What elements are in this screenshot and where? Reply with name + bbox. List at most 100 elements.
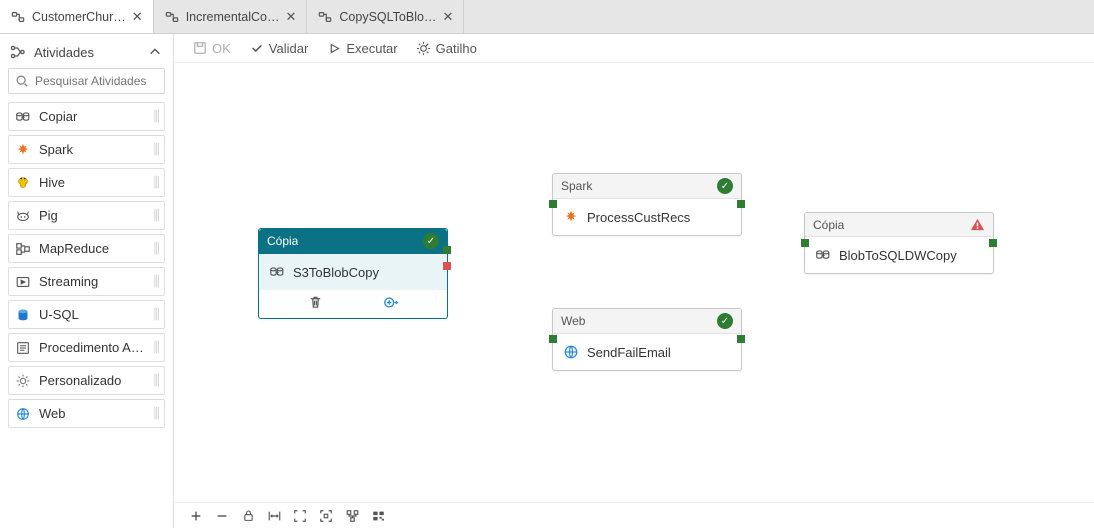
delete-icon[interactable]: [307, 294, 323, 310]
node-type: Spark: [561, 179, 592, 193]
node-name: ProcessCustRecs: [587, 210, 690, 225]
fit-width-icon[interactable]: [266, 508, 282, 524]
save-icon: [192, 40, 208, 56]
activity-label: Copiar: [39, 109, 77, 124]
activity-label: U-SQL: [39, 307, 79, 322]
port-success[interactable]: [737, 335, 745, 343]
hive-icon: [15, 175, 31, 191]
copy-icon: [15, 109, 31, 125]
activity-streaming[interactable]: Streaming ⫼: [8, 267, 165, 296]
web-icon: [563, 344, 579, 360]
port-in[interactable]: [549, 200, 557, 208]
connectors: [174, 68, 474, 218]
tab-label: CopySQLToBlo…: [339, 10, 436, 24]
activity-personalizado[interactable]: Personalizado ⫼: [8, 366, 165, 395]
port-in[interactable]: [801, 239, 809, 247]
port-success[interactable]: [443, 246, 451, 254]
activity-copiar[interactable]: Copiar ⫼: [8, 102, 165, 131]
canvas-toolbar: OK Validar Executar Gatilho: [174, 34, 1094, 63]
zoom-out-icon[interactable]: [214, 508, 230, 524]
canvas-footer: [174, 502, 1094, 528]
close-icon[interactable]: ✕: [442, 9, 453, 25]
activity-mapreduce[interactable]: MapReduce ⫼: [8, 234, 165, 263]
node-type: Cópia: [267, 234, 298, 248]
drag-handle-icon: ⫼: [154, 174, 158, 191]
status-warn-icon: [970, 217, 985, 232]
status-ok-icon: ✓: [717, 178, 733, 194]
node-s3toblobcopy[interactable]: Cópia ✓ S3ToBlobCopy: [258, 228, 448, 319]
lock-icon[interactable]: [240, 508, 256, 524]
zoom-in-icon[interactable]: [188, 508, 204, 524]
activity-label: Hive: [39, 175, 65, 190]
mapreduce-icon: [15, 241, 31, 257]
node-sendfailemail[interactable]: Web ✓ SendFailEmail: [552, 308, 742, 371]
trigger-icon: [416, 40, 432, 56]
auto-layout-icon[interactable]: [344, 508, 360, 524]
close-icon[interactable]: ✕: [132, 9, 143, 25]
check-icon: [249, 40, 265, 56]
pipeline-icon: [317, 9, 333, 25]
activity-usql[interactable]: U-SQL ⫼: [8, 300, 165, 329]
close-icon[interactable]: ✕: [285, 9, 296, 25]
node-processcustrecs[interactable]: Spark ✓ ProcessCustRecs: [552, 173, 742, 236]
validate-label: Validar: [269, 41, 309, 56]
trigger-label: Gatilho: [436, 41, 477, 56]
minimap-icon[interactable]: [370, 508, 386, 524]
panel-title: Atividades: [34, 45, 94, 60]
tab-customer-churn[interactable]: CustomerChur… ✕: [0, 0, 154, 33]
drag-handle-icon: ⫼: [154, 108, 158, 125]
node-name: BlobToSQLDWCopy: [839, 248, 957, 263]
streaming-icon: [15, 274, 31, 290]
tab-label: CustomerChur…: [32, 10, 126, 24]
drag-handle-icon: ⫼: [154, 141, 158, 158]
activity-label: Web: [39, 406, 66, 421]
tab-label: IncrementalCo…: [186, 10, 280, 24]
chevron-up-icon[interactable]: [147, 44, 163, 60]
node-type: Web: [561, 314, 585, 328]
search-icon: [15, 73, 29, 89]
port-success[interactable]: [989, 239, 997, 247]
copy-icon: [815, 247, 831, 263]
copy-icon: [269, 264, 285, 280]
usql-icon: [15, 307, 31, 323]
custom-icon: [15, 373, 31, 389]
activities-panel: Atividades Copiar ⫼: [0, 34, 174, 528]
activity-label: Streaming: [39, 274, 98, 289]
validate-button[interactable]: Validar: [249, 40, 309, 56]
trigger-button[interactable]: Gatilho: [416, 40, 477, 56]
zoom-100-icon[interactable]: [318, 508, 334, 524]
spark-icon: [15, 142, 31, 158]
run-button[interactable]: Executar: [326, 40, 397, 56]
search-input-wrap[interactable]: [8, 68, 165, 94]
play-icon: [326, 40, 342, 56]
node-blobtosqldwcopy[interactable]: Cópia BlobToSQLDWCopy: [804, 212, 994, 274]
activity-pig[interactable]: Pig ⫼: [8, 201, 165, 230]
pipeline-icon: [164, 9, 180, 25]
node-name: S3ToBlobCopy: [293, 265, 379, 280]
canvas-area: OK Validar Executar Gatilho: [174, 34, 1094, 528]
ok-label: OK: [212, 41, 231, 56]
activity-web[interactable]: Web ⫼: [8, 399, 165, 428]
drag-handle-icon: ⫼: [154, 240, 158, 257]
port-success[interactable]: [737, 200, 745, 208]
search-input[interactable]: [35, 74, 174, 88]
run-label: Executar: [346, 41, 397, 56]
fit-screen-icon[interactable]: [292, 508, 308, 524]
activity-label: Procedimento A…: [39, 340, 144, 355]
add-output-icon[interactable]: [383, 294, 399, 310]
port-in[interactable]: [549, 335, 557, 343]
status-ok-icon: ✓: [717, 313, 733, 329]
pipeline-icon: [10, 9, 26, 25]
spark-icon: [563, 209, 579, 225]
drag-handle-icon: ⫼: [154, 339, 158, 356]
drag-handle-icon: ⫼: [154, 306, 158, 323]
port-failure[interactable]: [443, 262, 451, 270]
drag-handle-icon: ⫼: [154, 372, 158, 389]
status-ok-icon: ✓: [423, 233, 439, 249]
activity-procedimento[interactable]: Procedimento A… ⫼: [8, 333, 165, 362]
activity-spark[interactable]: Spark ⫼: [8, 135, 165, 164]
pipeline-canvas[interactable]: Cópia ✓ S3ToBlobCopy: [174, 68, 1094, 502]
tab-copysqltoblo[interactable]: CopySQLToBlo… ✕: [307, 0, 464, 33]
tab-incremental-co[interactable]: IncrementalCo… ✕: [154, 0, 308, 33]
activity-hive[interactable]: Hive ⫼: [8, 168, 165, 197]
